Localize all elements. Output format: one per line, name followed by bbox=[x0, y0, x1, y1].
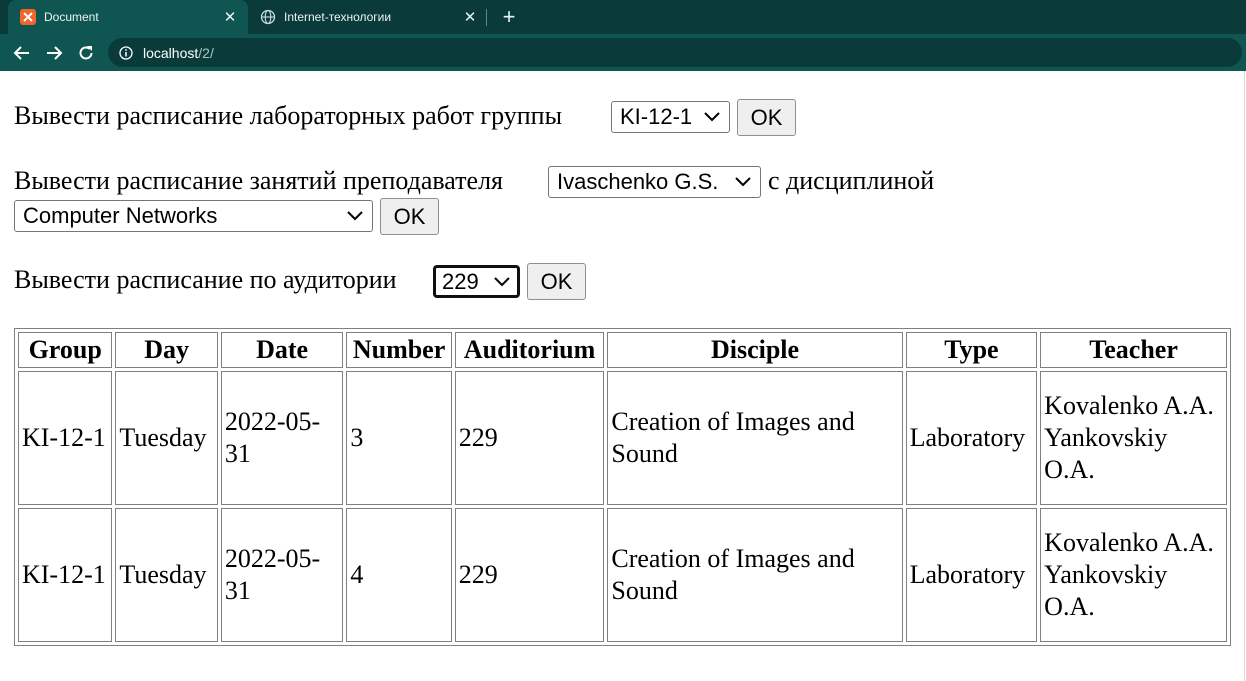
close-tab-icon[interactable]: ✕ bbox=[460, 7, 480, 27]
tab-separator bbox=[486, 9, 487, 26]
table-row: KI-12-1 Tuesday 2022-05-31 3 229 Creatio… bbox=[18, 371, 1227, 505]
cell-number: 4 bbox=[346, 508, 452, 642]
discipline-select[interactable]: Computer Networks bbox=[14, 200, 373, 232]
tab-document[interactable]: Document ✕ bbox=[8, 0, 248, 34]
cell-group: KI-12-1 bbox=[18, 508, 113, 642]
url-host: localhost bbox=[143, 44, 199, 61]
cell-day: Tuesday bbox=[115, 508, 218, 642]
header-auditorium: Auditorium bbox=[454, 332, 605, 368]
close-tab-icon[interactable]: ✕ bbox=[220, 7, 240, 27]
cell-auditorium: 229 bbox=[454, 371, 605, 505]
header-group: Group bbox=[18, 332, 113, 368]
teacher-select-value: Ivaschenko G.S. bbox=[557, 169, 719, 194]
auditorium-form-label: Вывести расписание по аудитории bbox=[14, 265, 397, 294]
discipline-label: с дисциплиной bbox=[768, 166, 935, 195]
auditorium-ok-button[interactable]: OK bbox=[527, 263, 586, 300]
cell-teacher: Kovalenko A.A. Yankovskiy O.A. bbox=[1040, 371, 1227, 505]
cell-type: Laboratory bbox=[905, 371, 1038, 505]
auditorium-select-value: 229 bbox=[442, 268, 479, 294]
header-number: Number bbox=[346, 332, 452, 368]
site-info-icon[interactable] bbox=[118, 45, 134, 61]
arrow-right-icon bbox=[47, 46, 63, 60]
header-disciple: Disciple bbox=[607, 332, 903, 368]
cell-group: KI-12-1 bbox=[18, 371, 113, 505]
table-row: KI-12-1 Tuesday 2022-05-31 4 229 Creatio… bbox=[18, 508, 1227, 642]
cell-disciple: Creation of Images and Sound bbox=[607, 508, 903, 642]
header-teacher: Teacher bbox=[1040, 332, 1227, 368]
teacher-ok-button[interactable]: OK bbox=[380, 198, 439, 235]
teacher-select[interactable]: Ivaschenko G.S. bbox=[548, 166, 761, 198]
cell-auditorium: 229 bbox=[454, 508, 605, 642]
cell-type: Laboratory bbox=[905, 508, 1038, 642]
discipline-select-value: Computer Networks bbox=[23, 203, 218, 228]
group-select[interactable]: KI-12-1 bbox=[611, 101, 730, 133]
reload-icon bbox=[79, 46, 93, 60]
cell-day: Tuesday bbox=[115, 371, 218, 505]
header-date: Date bbox=[220, 332, 344, 368]
cell-date: 2022-05-31 bbox=[220, 508, 344, 642]
page-edge bbox=[1244, 71, 1245, 681]
url-path: /2/ bbox=[198, 44, 214, 61]
tab-title: Internet-технологии bbox=[284, 10, 392, 24]
chevron-down-icon bbox=[347, 211, 363, 221]
auditorium-select[interactable]: 229 bbox=[433, 265, 520, 298]
table-header-row: Group Day Date Number Auditorium Discipl… bbox=[18, 332, 1227, 368]
chevron-down-icon bbox=[704, 112, 720, 122]
tab-title: Document bbox=[44, 10, 99, 24]
reload-button[interactable] bbox=[74, 42, 98, 64]
cell-disciple: Creation of Images and Sound bbox=[607, 371, 903, 505]
xampp-icon bbox=[20, 9, 36, 25]
tab-strip: Document ✕ Internet-технологии ✕ + bbox=[0, 0, 1246, 34]
cell-date: 2022-05-31 bbox=[220, 371, 344, 505]
group-form-label: Вывести расписание лабораторных работ гр… bbox=[14, 101, 563, 130]
tab-internet-technologies[interactable]: Internet-технологии ✕ bbox=[248, 0, 488, 34]
teacher-form-label: Вывести расписание занятий преподавателя bbox=[14, 166, 504, 195]
back-button[interactable] bbox=[10, 42, 34, 64]
forward-button[interactable] bbox=[42, 42, 66, 64]
chevron-down-icon bbox=[735, 177, 751, 187]
cell-number: 3 bbox=[346, 371, 452, 505]
header-day: Day bbox=[115, 332, 218, 368]
arrow-left-icon bbox=[13, 46, 29, 60]
group-ok-button[interactable]: OK bbox=[737, 99, 796, 136]
globe-icon bbox=[260, 9, 276, 25]
header-type: Type bbox=[905, 332, 1038, 368]
schedule-table: Group Day Date Number Auditorium Discipl… bbox=[14, 328, 1231, 646]
group-select-value: KI-12-1 bbox=[620, 104, 693, 129]
address-bar[interactable]: localhost/2/ bbox=[108, 38, 1242, 67]
new-tab-button[interactable]: + bbox=[498, 6, 520, 28]
cell-teacher: Kovalenko A.A. Yankovskiy O.A. bbox=[1040, 508, 1227, 642]
chevron-down-icon bbox=[494, 276, 510, 286]
